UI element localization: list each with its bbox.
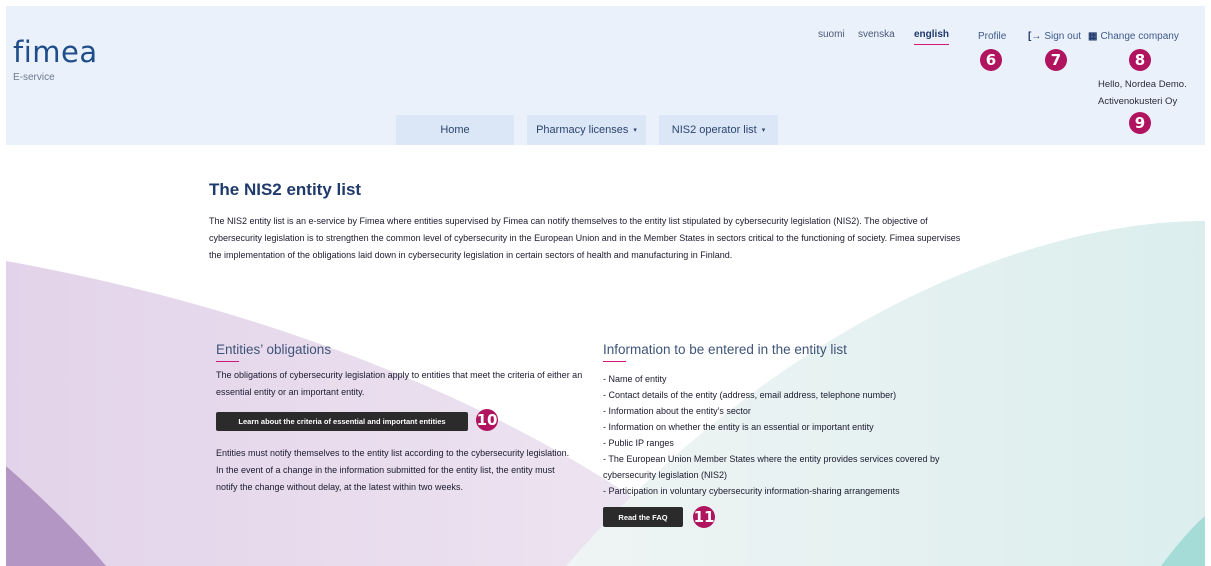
step-badge-10: 10	[476, 409, 498, 431]
change-company-label: Change company	[1100, 31, 1179, 42]
page-title: The NIS2 entity list	[209, 180, 362, 199]
language-suomi[interactable]: suomi	[818, 29, 845, 40]
list-item: - Contact details of the entity (address…	[603, 390, 897, 400]
obligations-heading-underline	[216, 361, 239, 362]
building-icon: ▦	[1088, 31, 1098, 42]
sign-out-icon: [→	[1028, 31, 1042, 42]
chevron-down-icon: ▾	[761, 127, 766, 134]
list-item: - Information on whether the entity is a…	[603, 422, 874, 432]
sign-out-label: Sign out	[1044, 31, 1082, 42]
page: fimea E-service suomi svenska english Pr…	[6, 6, 1205, 566]
profile-link[interactable]: Profile	[978, 31, 1006, 42]
nav-nis2-label: NIS2 operator list	[671, 124, 757, 136]
obligations-text: The obligations of cybersecurity legisla…	[216, 370, 583, 397]
list-item: - Name of entity	[603, 374, 667, 384]
step-badge-11: 11	[693, 506, 715, 528]
step-badge-9: 9	[1129, 112, 1151, 134]
top-header: fimea E-service suomi svenska english Pr…	[6, 6, 1205, 145]
intro-text: The NIS2 entity list is an e-service by …	[209, 216, 961, 260]
obligations-heading: Entities’ obligations	[216, 342, 332, 357]
user-greeting: Hello, Nordea Demo. Activenokusteri Oy	[1098, 76, 1187, 110]
read-faq-button[interactable]: Read the FAQ	[603, 507, 683, 527]
nav-pharmacy-label: Pharmacy licenses	[536, 124, 629, 136]
nav-home-label: Home	[440, 124, 470, 136]
change-company-link[interactable]: ▦ Change company	[1088, 31, 1179, 42]
language-svenska[interactable]: svenska	[858, 29, 895, 40]
info-heading: Information to be entered in the entity …	[603, 342, 847, 357]
entity-info-list: - Name of entity - Contact details of th…	[603, 371, 983, 499]
sign-out-link[interactable]: [→ Sign out	[1028, 31, 1081, 42]
fimea-logo[interactable]: fimea	[13, 38, 98, 67]
list-item: - Participation in voluntary cybersecuri…	[603, 486, 900, 496]
nav-home[interactable]: Home	[396, 115, 514, 145]
learn-criteria-button[interactable]: Learn about the criteria of essential an…	[216, 412, 468, 431]
nav-pharmacy-licenses[interactable]: Pharmacy licenses ▾	[527, 115, 646, 145]
logo-subtitle: E-service	[13, 72, 55, 83]
nav-nis2-operator-list[interactable]: NIS2 operator list ▾	[659, 115, 778, 145]
notification-text: Entities must notify themselves to the e…	[216, 448, 570, 492]
greeting-company: Activenokusteri Oy	[1098, 96, 1178, 107]
language-english[interactable]: english	[914, 29, 950, 45]
greeting-name: Hello, Nordea Demo.	[1098, 79, 1187, 90]
info-heading-underline	[603, 361, 626, 362]
list-item: - Information about the entity’s sector	[603, 406, 751, 416]
step-badge-6: 6	[980, 49, 1002, 71]
step-badge-7: 7	[1045, 49, 1067, 71]
chevron-down-icon: ▾	[633, 127, 637, 134]
list-item: - Public IP ranges	[603, 438, 674, 448]
list-item: - The European Union Member States where…	[603, 454, 940, 480]
step-badge-8: 8	[1129, 49, 1151, 71]
